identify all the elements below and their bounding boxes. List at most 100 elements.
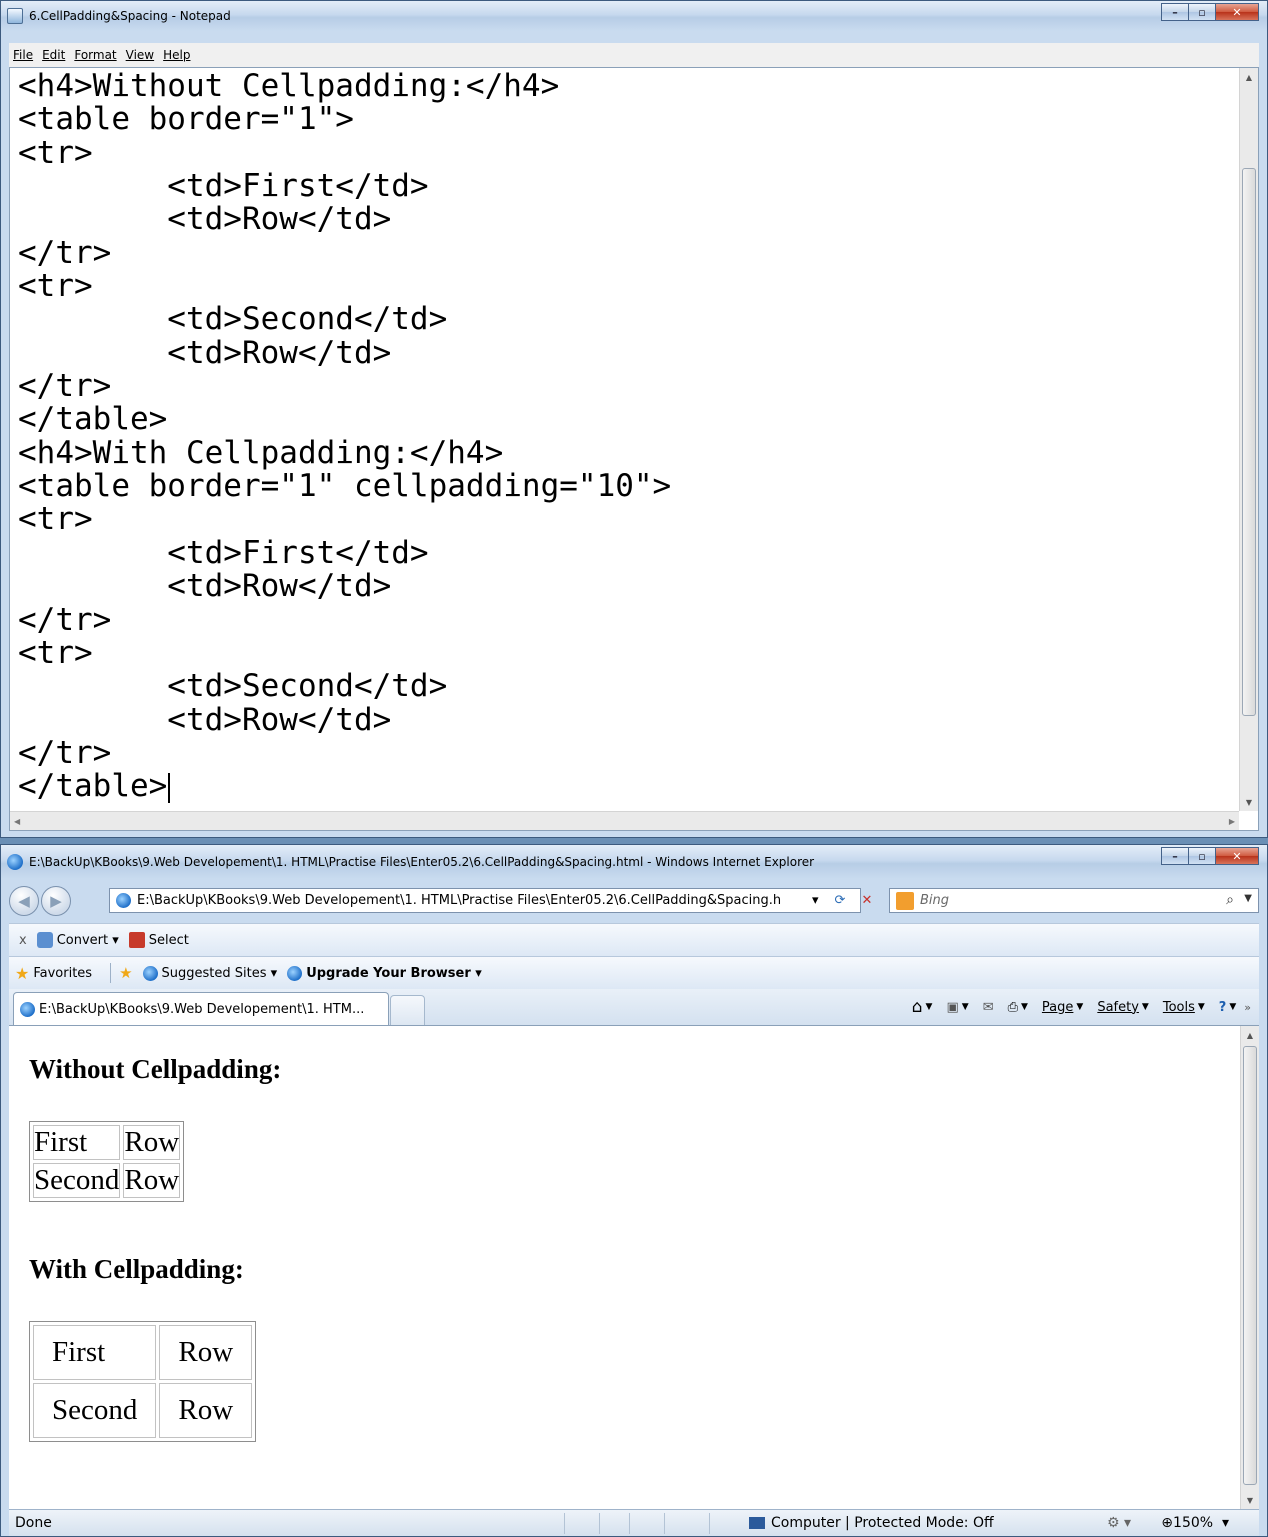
code-line[interactable]: <td>Second</td> xyxy=(18,669,1228,703)
scroll-thumb[interactable] xyxy=(1243,1046,1257,1485)
address-text[interactable]: E:\BackUp\KBooks\9.Web Developement\1. H… xyxy=(137,893,781,908)
code-line[interactable]: </table> xyxy=(18,769,1228,803)
notepad-title: 6.CellPadding&Spacing - Notepad xyxy=(29,9,231,23)
code-line[interactable]: </table> xyxy=(18,403,1228,437)
security-zone[interactable]: Computer | Protected Mode: Off xyxy=(749,1515,994,1531)
table-cell: Row xyxy=(159,1325,253,1380)
computer-icon xyxy=(749,1517,765,1529)
code-line[interactable]: </tr> xyxy=(18,603,1228,637)
menu-help[interactable]: Help xyxy=(163,48,190,62)
toolbar-close-button[interactable]: x xyxy=(19,933,27,948)
stop-icon[interactable]: ✕ xyxy=(861,893,872,908)
heading-without-cellpadding: Without Cellpadding: xyxy=(29,1054,282,1084)
code-line[interactable]: </tr> xyxy=(18,236,1228,270)
search-box[interactable]: Bing ⌕ ▼ xyxy=(889,888,1259,913)
ie-close-button[interactable]: ✕ xyxy=(1215,847,1259,865)
editor-vertical-scrollbar[interactable]: ▲ ▼ xyxy=(1239,68,1258,811)
scroll-up-arrow-icon[interactable]: ▲ xyxy=(1240,68,1258,86)
suggested-label: Suggested Sites xyxy=(161,965,267,981)
text-caret xyxy=(168,772,171,803)
notepad-menubar: File Edit Format View Help xyxy=(9,43,1259,67)
address-dropdown-icon[interactable]: ▾ xyxy=(812,893,819,908)
ie-icon xyxy=(142,965,158,981)
code-line[interactable]: </tr> xyxy=(18,736,1228,770)
code-line[interactable]: <td>Row</td> xyxy=(18,569,1228,603)
convert-label: Convert xyxy=(56,932,109,948)
minimize-button[interactable]: – xyxy=(1161,3,1188,21)
command-bar: ⌂ ▼ ▣ ▼ ✉ ⎙ ▼ Page ▼ Safety ▼ Tools ▼ ? ▼ » xyxy=(911,997,1251,1017)
print-icon[interactable]: ⎙ xyxy=(1008,1000,1018,1015)
popup-blocker-icon[interactable]: ⚙ ▾ xyxy=(1107,1515,1131,1531)
scroll-right-arrow-icon[interactable]: ▶ xyxy=(1229,817,1235,826)
table-with-cellpadding: First Row Second Row xyxy=(29,1321,257,1442)
code-line[interactable]: <tr> xyxy=(18,503,1228,537)
convert-icon xyxy=(36,932,53,948)
code-line[interactable]: <table border="1"> xyxy=(18,102,1228,136)
zoom-control[interactable]: ⊕150% ▾ xyxy=(1161,1515,1229,1531)
code-line[interactable]: <td>Row</td> xyxy=(18,703,1228,737)
code-line[interactable]: <td>First</td> xyxy=(18,169,1228,203)
zoom-level: 150% xyxy=(1173,1515,1214,1531)
menu-edit[interactable]: Edit xyxy=(42,48,65,62)
search-placeholder: Bing xyxy=(920,893,950,908)
code-text[interactable]: <h4>Without Cellpadding:</h4> <table bord… xyxy=(18,69,1228,804)
code-line[interactable]: </tr> xyxy=(18,369,1228,403)
code-line[interactable]: <tr> xyxy=(18,136,1228,170)
tools-menu[interactable]: Tools xyxy=(1163,1000,1195,1015)
add-favorite-icon[interactable]: ★ xyxy=(119,964,132,982)
ie-icon xyxy=(20,1001,35,1017)
forward-icon[interactable]: ▶ xyxy=(41,886,71,916)
code-line[interactable]: <td>Second</td> xyxy=(18,303,1228,337)
editor-horizontal-scrollbar[interactable]: ◀ ▶ xyxy=(10,811,1239,830)
scroll-down-arrow-icon[interactable]: ▼ xyxy=(1240,793,1258,811)
select-button[interactable]: Select xyxy=(128,932,189,948)
status-text: Done xyxy=(15,1515,52,1531)
search-dropdown-icon[interactable]: ▼ xyxy=(1244,893,1252,904)
page-content: Without Cellpadding: First Row Second Ro… xyxy=(9,1025,1259,1509)
scroll-left-arrow-icon[interactable]: ◀ xyxy=(14,817,20,826)
chevron-icon[interactable]: » xyxy=(1244,1001,1251,1014)
ie-minimize-button[interactable]: – xyxy=(1161,847,1188,865)
menu-format[interactable]: Format xyxy=(74,48,116,62)
feeds-icon[interactable]: ▣ xyxy=(946,1000,958,1015)
refresh-icon[interactable]: ⟳ xyxy=(835,893,846,908)
favorites-star-icon: ★ xyxy=(15,963,30,983)
tab-current[interactable]: E:\BackUp\KBooks\9.Web Developement\1. H… xyxy=(13,992,389,1025)
notepad-titlebar[interactable]: 6.CellPadding&Spacing - Notepad – ▫ ✕ xyxy=(1,1,1267,31)
scroll-up-arrow-icon[interactable]: ▲ xyxy=(1241,1026,1259,1044)
back-icon[interactable]: ◀ xyxy=(9,886,39,916)
code-line[interactable]: <table border="1" cellpadding="10"> xyxy=(18,469,1228,503)
code-line[interactable]: <td>Row</td> xyxy=(18,203,1228,237)
page-menu[interactable]: Page xyxy=(1042,1000,1073,1015)
menu-view[interactable]: View xyxy=(126,48,154,62)
home-icon[interactable]: ⌂ xyxy=(912,997,923,1017)
menu-file[interactable]: File xyxy=(13,48,33,62)
suggested-sites-button[interactable]: Suggested Sites ▾ xyxy=(142,965,277,981)
help-icon[interactable]: ? xyxy=(1219,1000,1227,1015)
convert-button[interactable]: Convert ▾ xyxy=(36,932,119,948)
favorites-button[interactable]: ★ Favorites xyxy=(15,964,92,983)
page-vertical-scrollbar[interactable]: ▲ ▼ xyxy=(1240,1026,1259,1509)
code-line[interactable]: <td>First</td> xyxy=(18,536,1228,570)
code-line[interactable]: <h4>With Cellpadding:</h4> xyxy=(18,436,1228,470)
close-button[interactable]: ✕ xyxy=(1215,3,1259,21)
scroll-down-arrow-icon[interactable]: ▼ xyxy=(1241,1491,1259,1509)
ie-titlebar[interactable]: E:\BackUp\KBooks\9.Web Developement\1. H… xyxy=(1,845,1267,879)
upgrade-browser-button[interactable]: Upgrade Your Browser ▾ xyxy=(287,965,482,981)
search-icon[interactable]: ⌕ xyxy=(1226,892,1234,908)
ie-maximize-button[interactable]: ▫ xyxy=(1188,847,1215,865)
address-bar[interactable]: E:\BackUp\KBooks\9.Web Developement\1. H… xyxy=(109,888,861,913)
zone-label: Computer | Protected Mode: Off xyxy=(771,1515,994,1531)
code-line[interactable]: <td>Row</td> xyxy=(18,336,1228,370)
scroll-thumb[interactable] xyxy=(1242,168,1256,716)
code-line[interactable]: <tr> xyxy=(18,269,1228,303)
table-cell: Row xyxy=(123,1125,181,1160)
code-line[interactable]: <h4>Without Cellpadding:</h4> xyxy=(18,69,1228,103)
favorites-bar: ★ Favorites ★ Suggested Sites ▾ Upgrade Y… xyxy=(9,956,1259,989)
code-line[interactable]: <tr> xyxy=(18,636,1228,670)
safety-menu[interactable]: Safety xyxy=(1097,1000,1139,1015)
text-editor[interactable]: <h4>Without Cellpadding:</h4> <table bord… xyxy=(9,67,1259,831)
mail-icon[interactable]: ✉ xyxy=(983,1000,994,1015)
maximize-button[interactable]: ▫ xyxy=(1188,3,1215,21)
new-tab-button[interactable] xyxy=(390,995,425,1025)
